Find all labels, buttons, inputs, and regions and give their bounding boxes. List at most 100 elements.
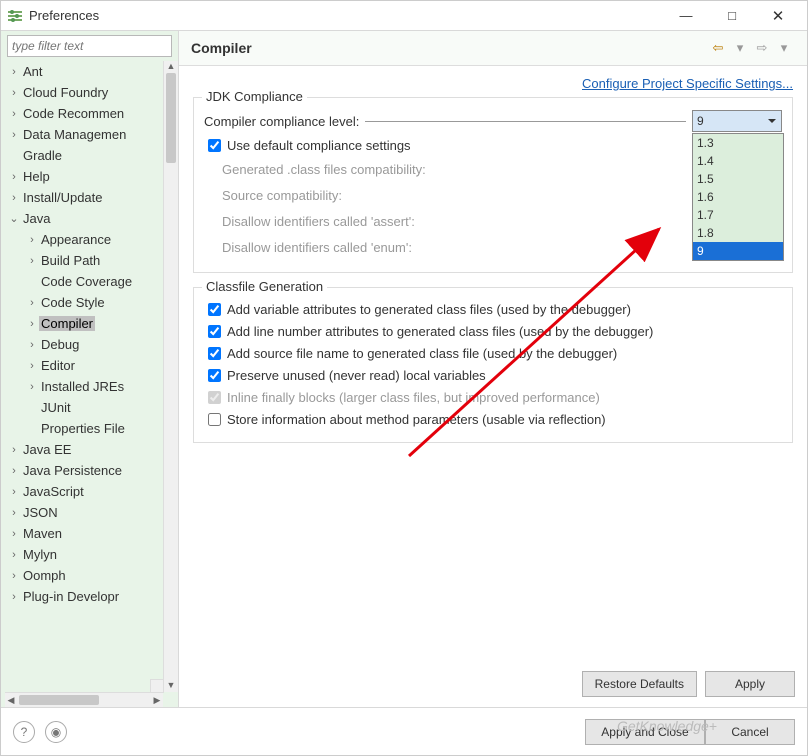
scroll-corner xyxy=(150,679,164,693)
tree-item-label: Install/Update xyxy=(21,190,105,205)
chevron-right-icon: › xyxy=(7,549,21,561)
tree-item-code-coverage[interactable]: Code Coverage xyxy=(5,271,163,292)
tree-item-java-ee[interactable]: ›Java EE xyxy=(5,439,163,460)
compliance-level-value: 9 xyxy=(697,114,704,128)
tree-item-data-managemen[interactable]: ›Data Managemen xyxy=(5,124,163,145)
chevron-right-icon: › xyxy=(7,528,21,540)
compliance-option-1-6[interactable]: 1.6 xyxy=(693,188,783,206)
tree-item-compiler[interactable]: ›Compiler xyxy=(5,313,163,334)
apply-button[interactable]: Apply xyxy=(705,671,795,697)
tree-item-appearance[interactable]: ›Appearance xyxy=(5,229,163,250)
back-menu-icon[interactable]: ▾ xyxy=(731,39,749,57)
tree-item-label: Oomph xyxy=(21,568,68,583)
classfile-option-checkbox-4 xyxy=(208,391,221,404)
tree-item-junit[interactable]: JUnit xyxy=(5,397,163,418)
tree-item-code-recommen[interactable]: ›Code Recommen xyxy=(5,103,163,124)
tree-item-label: Cloud Foundry xyxy=(21,85,110,100)
tree-item-ant[interactable]: ›Ant xyxy=(5,61,163,82)
dialog-bottom-bar: ? ◉ Apply and Close Cancel xyxy=(1,707,807,755)
tree-item-label: Java xyxy=(21,211,52,226)
toolbar-menu-icon[interactable]: ▾ xyxy=(775,39,793,57)
back-icon[interactable]: ⇦ xyxy=(709,39,727,57)
tree-item-label: Build Path xyxy=(39,253,102,268)
chevron-right-icon: › xyxy=(7,444,21,456)
restore-defaults-button[interactable]: Restore Defaults xyxy=(582,671,697,697)
compliance-option-1-3[interactable]: 1.3 xyxy=(693,134,783,152)
help-icon[interactable]: ? xyxy=(13,721,35,743)
classfile-option-label: Preserve unused (never read) local varia… xyxy=(227,368,486,383)
preferences-sidebar: ›Ant›Cloud Foundry›Code Recommen›Data Ma… xyxy=(1,31,179,707)
tree-item-properties-file[interactable]: Properties File xyxy=(5,418,163,439)
apply-and-close-button[interactable]: Apply and Close xyxy=(585,719,705,745)
compliance-option-1-5[interactable]: 1.5 xyxy=(693,170,783,188)
compliance-level-label: Compiler compliance level: xyxy=(204,114,359,129)
chevron-right-icon: › xyxy=(7,192,21,204)
use-default-compliance-checkbox[interactable] xyxy=(208,139,221,152)
classfile-option-label: Inline finally blocks (larger class file… xyxy=(227,390,600,405)
classfile-option-checkbox-1[interactable] xyxy=(208,325,221,338)
tree-item-label: Code Style xyxy=(39,295,107,310)
chevron-right-icon: › xyxy=(25,255,39,267)
disallow-enum-label: Disallow identifiers called 'enum': xyxy=(222,240,412,255)
classfile-option-checkbox-0[interactable] xyxy=(208,303,221,316)
classfile-option-checkbox-5[interactable] xyxy=(208,413,221,426)
classfile-option-checkbox-3[interactable] xyxy=(208,369,221,382)
tree-item-label: Java EE xyxy=(21,442,73,457)
classfile-option-label: Store information about method parameter… xyxy=(227,412,606,427)
tree-scrollbar-vertical[interactable]: ▲▼ xyxy=(163,61,178,692)
tree-item-json[interactable]: ›JSON xyxy=(5,502,163,523)
tree-item-help[interactable]: ›Help xyxy=(5,166,163,187)
tree-item-java[interactable]: ⌄Java xyxy=(5,208,163,229)
jdk-compliance-legend: JDK Compliance xyxy=(202,89,307,104)
chevron-right-icon: › xyxy=(7,87,21,99)
compliance-level-select[interactable]: 9 1.31.41.51.61.71.89 xyxy=(692,110,782,132)
chevron-right-icon: › xyxy=(25,234,39,246)
tree-item-javascript[interactable]: ›JavaScript xyxy=(5,481,163,502)
tree-item-editor[interactable]: ›Editor xyxy=(5,355,163,376)
compliance-option-1-8[interactable]: 1.8 xyxy=(693,224,783,242)
tree-item-gradle[interactable]: Gradle xyxy=(5,145,163,166)
compliance-level-dropdown[interactable]: 1.31.41.51.61.71.89 xyxy=(692,133,784,261)
tree-item-install-update[interactable]: ›Install/Update xyxy=(5,187,163,208)
chevron-right-icon: › xyxy=(7,129,21,141)
page-title: Compiler xyxy=(191,40,707,56)
tree-item-label: Plug-in Developr xyxy=(21,589,121,604)
maximize-button[interactable]: □ xyxy=(709,1,755,31)
tree-item-label: Code Recommen xyxy=(21,106,126,121)
forward-icon[interactable]: ⇨ xyxy=(753,39,771,57)
compliance-option-1-7[interactable]: 1.7 xyxy=(693,206,783,224)
tree-item-java-persistence[interactable]: ›Java Persistence xyxy=(5,460,163,481)
tree-item-label: JSON xyxy=(21,505,60,520)
generated-classfiles-label: Generated .class files compatibility: xyxy=(222,162,426,177)
classfile-option-checkbox-2[interactable] xyxy=(208,347,221,360)
jdk-compliance-group: JDK Compliance Compiler compliance level… xyxy=(193,97,793,273)
classfile-generation-legend: Classfile Generation xyxy=(202,279,327,294)
tree-item-cloud-foundry[interactable]: ›Cloud Foundry xyxy=(5,82,163,103)
source-compatibility-label: Source compatibility: xyxy=(222,188,342,203)
import-export-icon[interactable]: ◉ xyxy=(45,721,67,743)
classfile-generation-group: Classfile Generation Add variable attrib… xyxy=(193,287,793,443)
compliance-option-9[interactable]: 9 xyxy=(693,242,783,260)
tree-item-label: Code Coverage xyxy=(39,274,134,289)
tree-item-installed-jres[interactable]: ›Installed JREs xyxy=(5,376,163,397)
chevron-right-icon: › xyxy=(7,171,21,183)
chevron-right-icon: › xyxy=(7,66,21,78)
tree-item-label: Maven xyxy=(21,526,64,541)
tree-scrollbar-horizontal[interactable]: ◀▶ xyxy=(5,692,163,707)
chevron-right-icon: › xyxy=(7,108,21,120)
tree-item-debug[interactable]: ›Debug xyxy=(5,334,163,355)
filter-input[interactable] xyxy=(7,35,172,57)
compliance-option-1-4[interactable]: 1.4 xyxy=(693,152,783,170)
tree-item-maven[interactable]: ›Maven xyxy=(5,523,163,544)
tree-item-code-style[interactable]: ›Code Style xyxy=(5,292,163,313)
chevron-right-icon: › xyxy=(7,486,21,498)
cancel-button[interactable]: Cancel xyxy=(705,719,795,745)
configure-project-link[interactable]: Configure Project Specific Settings... xyxy=(582,76,793,91)
tree-item-build-path[interactable]: ›Build Path xyxy=(5,250,163,271)
tree-item-plug-in-developr[interactable]: ›Plug-in Developr xyxy=(5,586,163,607)
close-button[interactable]: ✕ xyxy=(755,1,801,31)
tree-item-oomph[interactable]: ›Oomph xyxy=(5,565,163,586)
chevron-right-icon: › xyxy=(7,570,21,582)
minimize-button[interactable]: — xyxy=(663,1,709,31)
tree-item-mylyn[interactable]: ›Mylyn xyxy=(5,544,163,565)
